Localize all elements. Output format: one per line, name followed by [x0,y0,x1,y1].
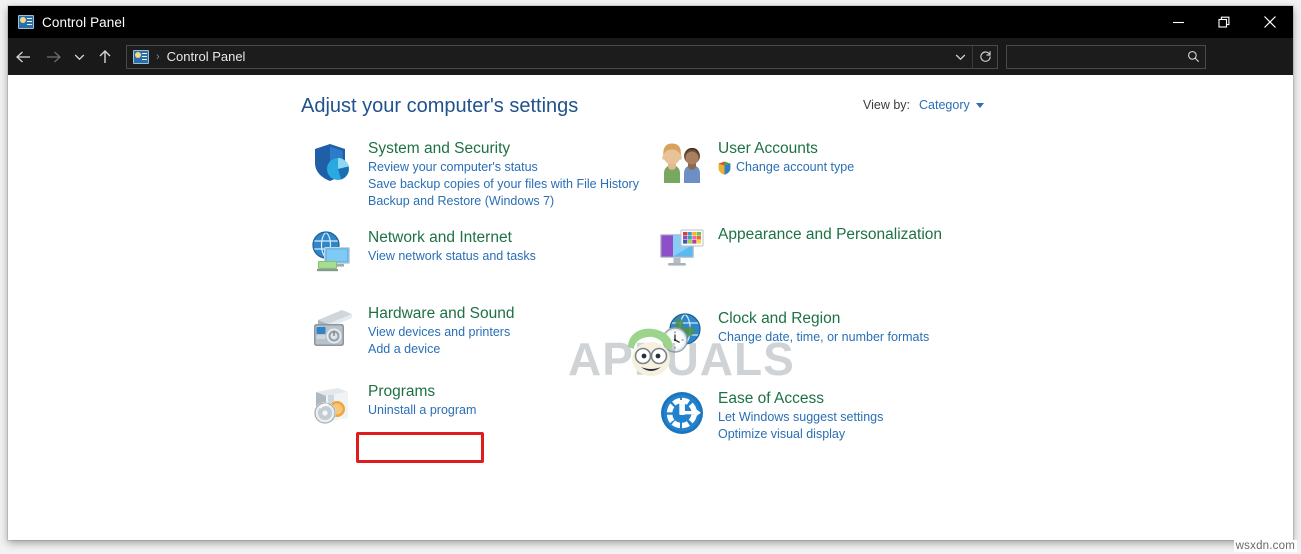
category-link-uninstall-a-program[interactable]: Uninstall a program [368,402,648,419]
category-title[interactable]: Network and Internet [368,228,512,248]
minimize-button[interactable] [1155,6,1201,38]
category-ease-of-access: Ease of Access Let Windows suggest setti… [658,389,1018,451]
shield-security-icon [308,139,356,187]
category-link[interactable]: Change date, time, or number formats [718,329,1018,346]
category-link[interactable]: View network status and tasks [368,248,648,265]
title-bar: Control Panel [8,6,1293,38]
category-title[interactable]: Appearance and Personalization [718,225,942,245]
category-title[interactable]: Hardware and Sound [368,304,515,324]
restore-button[interactable] [1201,6,1247,38]
network-globe-icon [308,228,356,276]
corner-watermark: wsxdn.com [1233,540,1297,552]
control-panel-icon [18,15,34,29]
category-title[interactable]: Programs [368,382,435,402]
programs-disc-icon [308,382,356,430]
breadcrumb-separator: › [156,50,160,63]
category-link[interactable]: View devices and printers [368,324,648,341]
address-history-chevron-icon[interactable] [948,46,972,68]
printer-icon [308,304,356,352]
recent-locations-button[interactable] [68,43,90,71]
category-title[interactable]: Ease of Access [718,389,824,409]
category-body: User Accounts Change account type [718,139,1018,176]
category-appearance-and-personalization: Appearance and Personalization [658,225,1018,287]
monitor-palette-icon [658,225,706,273]
category-programs: Programs Uninstall a program [308,382,648,444]
category-link[interactable]: Backup and Restore (Windows 7) [368,193,648,210]
category-system-and-security: System and Security Review your computer… [308,139,648,210]
category-column-right: User Accounts Change account type Appear… [658,139,1018,461]
category-column-left: System and Security Review your computer… [308,139,648,454]
category-body: Network and Internet View network status… [368,228,648,265]
category-clock-and-region: Clock and Region Change date, time, or n… [658,309,1018,371]
address-bar-actions [948,45,997,68]
up-button[interactable] [90,43,120,71]
category-link[interactable]: Add a device [368,341,648,358]
category-link[interactable]: Review your computer's status [368,159,648,176]
control-panel-window: Control Panel › Control Panel Adjust you… [8,6,1293,540]
category-link[interactable]: Let Windows suggest settings [718,409,1018,426]
category-body: System and Security Review your computer… [368,139,648,210]
address-bar-row: › Control Panel [8,38,1293,75]
ease-of-access-icon [658,389,706,437]
category-body: Programs Uninstall a program [368,382,648,419]
search-box[interactable] [1006,44,1206,69]
category-link-change-account-type[interactable]: Change account type [718,159,1018,176]
category-body: Hardware and Sound View devices and prin… [368,304,648,358]
content-pane: Adjust your computer's settings View by:… [8,75,1293,540]
forward-button[interactable] [38,43,68,71]
link-text: Change account type [736,160,855,174]
category-user-accounts: User Accounts Change account type [658,139,1018,201]
category-body: Ease of Access Let Windows suggest setti… [718,389,1018,443]
category-network-and-internet: Network and Internet View network status… [308,228,648,290]
view-by-label: View by: [863,98,911,112]
category-title[interactable]: Clock and Region [718,309,840,329]
back-button[interactable] [8,43,38,71]
category-link[interactable]: Save backup copies of your files with Fi… [368,176,648,193]
search-input[interactable] [1007,49,1181,64]
window-title: Control Panel [42,14,126,30]
category-title[interactable]: User Accounts [718,139,818,159]
path-control-panel-icon [133,49,149,64]
clock-globe-icon [658,309,706,357]
screen: Control Panel › Control Panel Adjust you… [0,0,1301,554]
uac-shield-icon [718,161,731,175]
category-link[interactable]: Optimize visual display [718,426,1018,443]
category-body: Clock and Region Change date, time, or n… [718,309,1018,346]
refresh-icon[interactable] [972,45,997,68]
view-by-value[interactable]: Category [919,98,970,112]
caret-down-icon[interactable] [975,102,984,108]
users-icon [658,139,706,187]
view-by-control: View by: Category [863,98,984,112]
search-icon[interactable] [1181,50,1205,63]
category-body: Appearance and Personalization [718,225,1018,245]
category-hardware-and-sound: Hardware and Sound View devices and prin… [308,304,648,366]
category-title[interactable]: System and Security [368,139,510,159]
page-title: Adjust your computer's settings [301,95,579,117]
breadcrumb-control-panel[interactable]: Control Panel [167,49,246,64]
close-button[interactable] [1247,6,1293,38]
address-input[interactable]: › Control Panel [126,44,998,69]
